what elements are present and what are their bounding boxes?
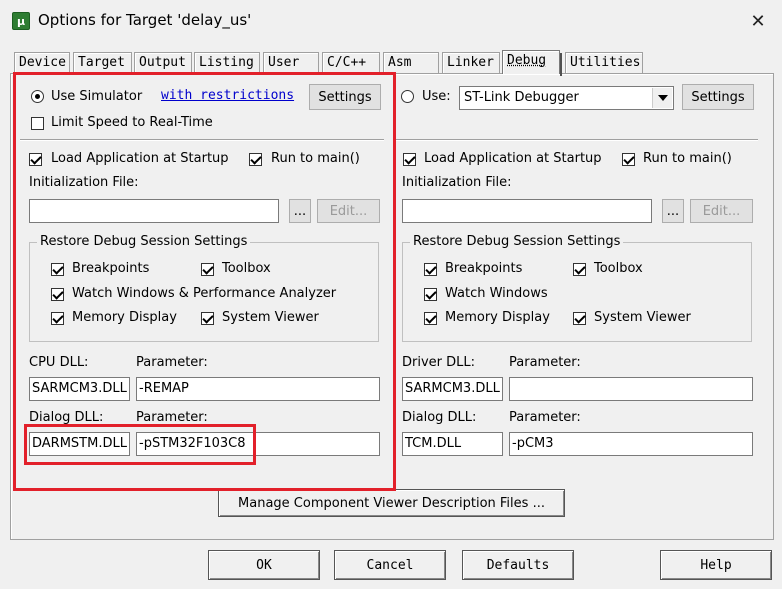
debugger-select[interactable]: ST-Link Debugger [459, 86, 674, 110]
use-debugger-label: Use: [422, 89, 451, 104]
memory-display-checkbox[interactable] [424, 312, 437, 325]
window-title: Options for Target 'delay_us' [38, 11, 252, 29]
system-viewer-checkbox[interactable] [573, 312, 586, 325]
dialog-dll-label: Dialog DLL: [402, 410, 477, 425]
toolbox-label: Toolbox [594, 261, 643, 276]
init-file-input[interactable] [402, 199, 652, 223]
tab-label: Asm [388, 55, 412, 70]
chevron-down-icon[interactable] [652, 88, 672, 108]
init-file-label: Initialization File: [402, 175, 512, 190]
watch-windows-checkbox[interactable] [424, 288, 437, 301]
breakpoints-label: Breakpoints [445, 261, 523, 276]
memory-display-label: Memory Display [445, 310, 550, 325]
watch-windows-label: Watch Windows [445, 286, 548, 301]
tab-target[interactable]: Target [73, 52, 132, 73]
tab-label: Target [78, 55, 125, 70]
load-app-label: Load Application at Startup [424, 151, 602, 166]
tab-asm[interactable]: Asm [383, 52, 439, 73]
dialog-param-input[interactable]: -pCM3 [509, 432, 753, 456]
run-to-main-label: Run to main() [643, 151, 732, 166]
restore-settings-title: Restore Debug Session Settings [410, 234, 624, 249]
help-button[interactable]: Help [660, 550, 772, 580]
tab-user[interactable]: User [263, 52, 319, 73]
tab-label: Listing [199, 55, 254, 70]
driver-param-input[interactable] [509, 377, 753, 401]
tab-label: Output [139, 55, 186, 70]
use-debugger-radio[interactable] [401, 90, 414, 103]
load-app-checkbox[interactable] [403, 153, 416, 166]
tab-shadow [560, 53, 562, 76]
manage-component-viewer-button[interactable]: Manage Component Viewer Description File… [218, 489, 565, 517]
tab-listing[interactable]: Listing [194, 52, 260, 73]
defaults-button[interactable]: Defaults [462, 550, 574, 580]
driver-dll-input[interactable]: SARMCM3.DLL [402, 377, 503, 401]
keil-app-icon: µ [12, 12, 30, 30]
tab-label: Device [19, 55, 66, 70]
tab-output[interactable]: Output [134, 52, 192, 73]
driver-dll-label: Driver DLL: [402, 355, 476, 370]
run-to-main-checkbox[interactable] [622, 153, 635, 166]
tab-label: Debug [507, 53, 547, 68]
tab-debug[interactable]: Debug [502, 50, 562, 76]
dialog-dll-input[interactable]: TCM.DLL [402, 432, 503, 456]
tab-c-cpp[interactable]: C/C++ [322, 52, 380, 73]
tab-label: Utilities [570, 55, 641, 70]
tab-linker[interactable]: Linker [442, 52, 500, 73]
init-file-edit-button[interactable]: Edit... [690, 199, 753, 223]
init-file-browse-button[interactable]: ... [662, 199, 684, 223]
system-viewer-label: System Viewer [594, 310, 691, 325]
divider [396, 139, 758, 141]
tab-label: C/C++ [327, 55, 367, 70]
dialog-param-label: Parameter: [509, 410, 581, 425]
breakpoints-checkbox[interactable] [424, 263, 437, 276]
close-icon[interactable]: ✕ [740, 6, 776, 36]
debugger-settings-button[interactable]: Settings [682, 84, 754, 110]
tab-utilities[interactable]: Utilities [565, 52, 643, 73]
toolbox-checkbox[interactable] [573, 263, 586, 276]
dialog-dll-highlight-box [24, 424, 256, 465]
ok-button[interactable]: OK [208, 550, 320, 580]
driver-param-label: Parameter: [509, 355, 581, 370]
tab-label: User [268, 55, 300, 70]
tab-label: Linker [447, 55, 494, 70]
debugger-select-value: ST-Link Debugger [464, 90, 579, 105]
cancel-button[interactable]: Cancel [334, 550, 446, 580]
tab-device[interactable]: Device [14, 52, 70, 73]
